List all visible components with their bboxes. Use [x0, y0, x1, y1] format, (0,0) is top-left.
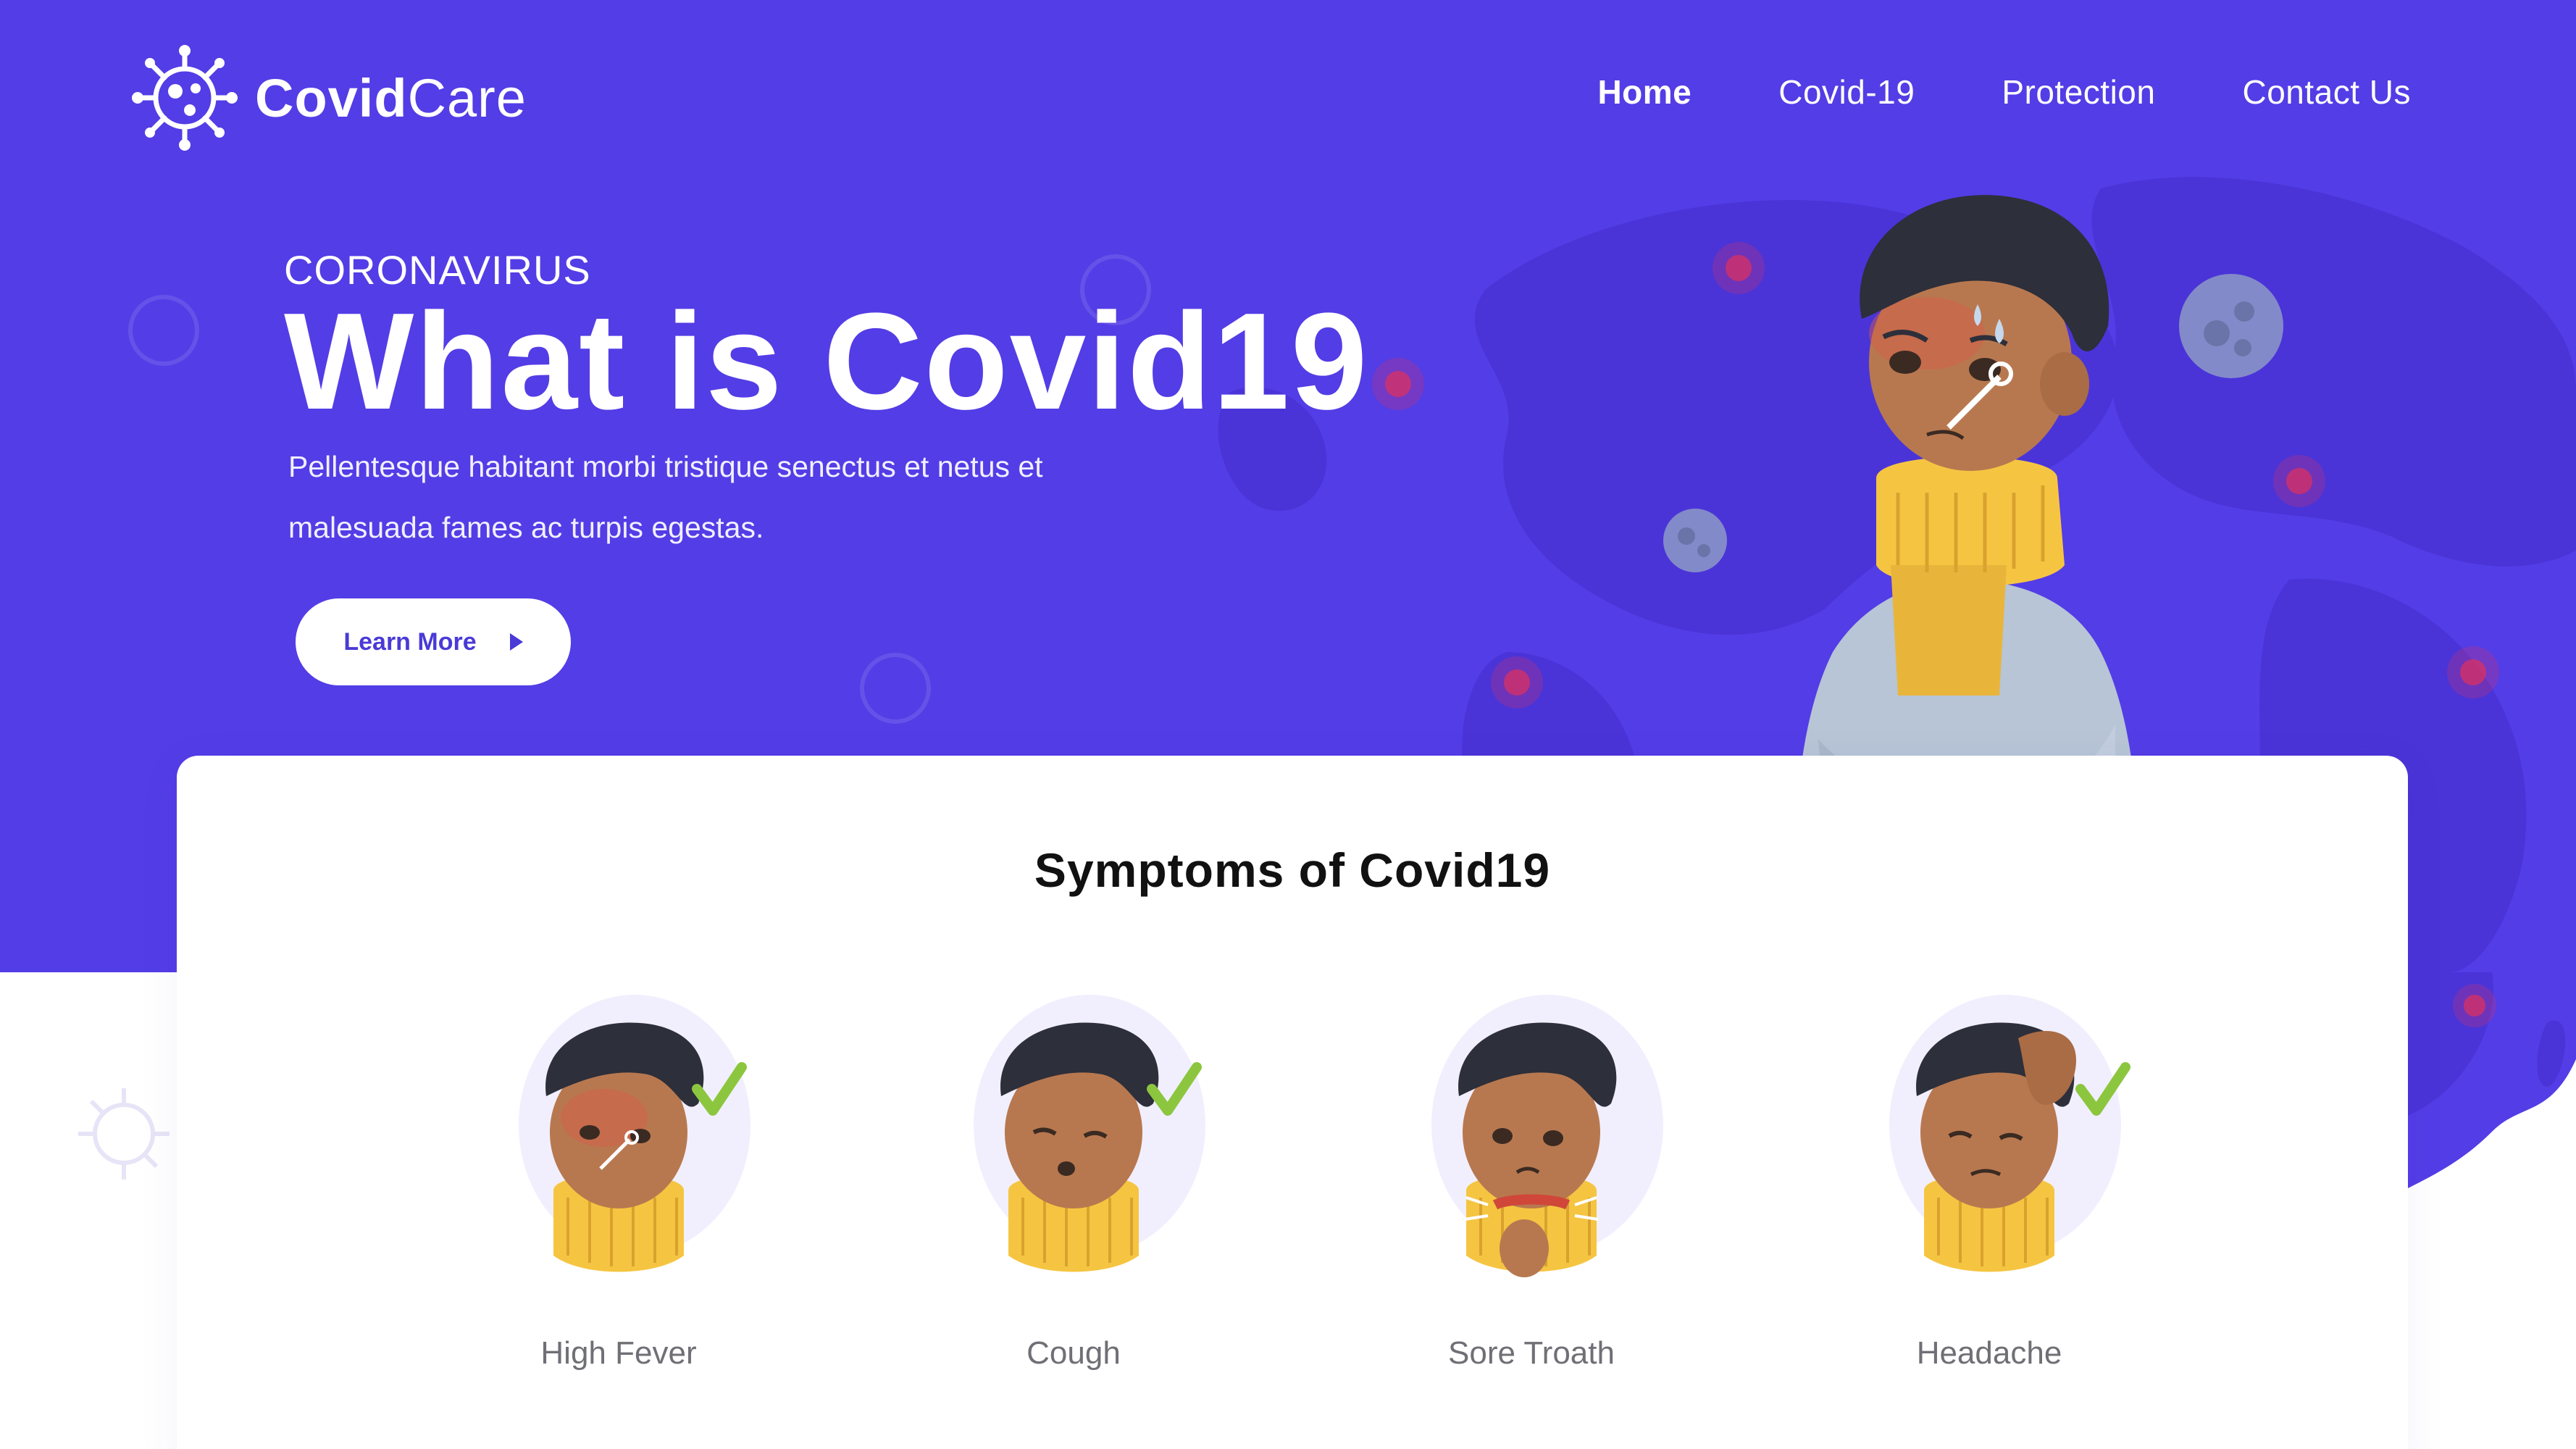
symptom-item-cough: Cough	[921, 987, 1226, 1393]
hero-title: What is Covid19	[284, 285, 1369, 438]
symptom-label: Sore Troath	[1448, 1335, 1615, 1371]
brand-name: CovidCare	[255, 67, 527, 128]
high-fever-icon	[519, 995, 750, 1272]
hero-description: Pellentesque habitant morbi tristique se…	[288, 436, 1201, 558]
symptom-label: Headache	[1916, 1335, 2062, 1371]
learn-more-button[interactable]: Learn More	[296, 598, 571, 685]
nav-protection[interactable]: Protection	[2002, 72, 2155, 112]
symptom-label: Cough	[1026, 1335, 1121, 1371]
faint-virus-icon	[78, 1088, 170, 1179]
symptom-item-sore-throat: Sore Troath	[1379, 987, 1684, 1393]
symptoms-card: Symptoms of Covid19 High Fever Cough Sor…	[177, 756, 2408, 1449]
headache-icon	[1889, 995, 2130, 1272]
symptom-label: High Fever	[540, 1335, 697, 1371]
play-arrow-icon	[509, 633, 523, 651]
main-nav: Home Covid-19 Protection Contact Us	[1597, 72, 2411, 112]
nav-covid-19[interactable]: Covid-19	[1778, 72, 1915, 112]
nav-home[interactable]: Home	[1597, 72, 1691, 112]
learn-more-label: Learn More	[343, 627, 477, 656]
symptoms-title: Symptoms of Covid19	[1034, 843, 1551, 897]
nav-contact-us[interactable]: Contact Us	[2242, 72, 2411, 112]
virus-logo-icon	[132, 45, 238, 151]
symptom-item-headache: Headache	[1837, 987, 2141, 1393]
brand-logo[interactable]: CovidCare	[130, 43, 527, 152]
hero-description-line-2: malesuada fames ac turpis egestas.	[288, 511, 764, 544]
hero-description-line-1: Pellentesque habitant morbi tristique se…	[288, 450, 1043, 483]
sore-throat-icon	[1431, 995, 1663, 1277]
cough-icon	[974, 995, 1205, 1272]
symptom-item-high-fever: High Fever	[467, 987, 771, 1393]
map-fragment	[2405, 972, 2576, 1190]
